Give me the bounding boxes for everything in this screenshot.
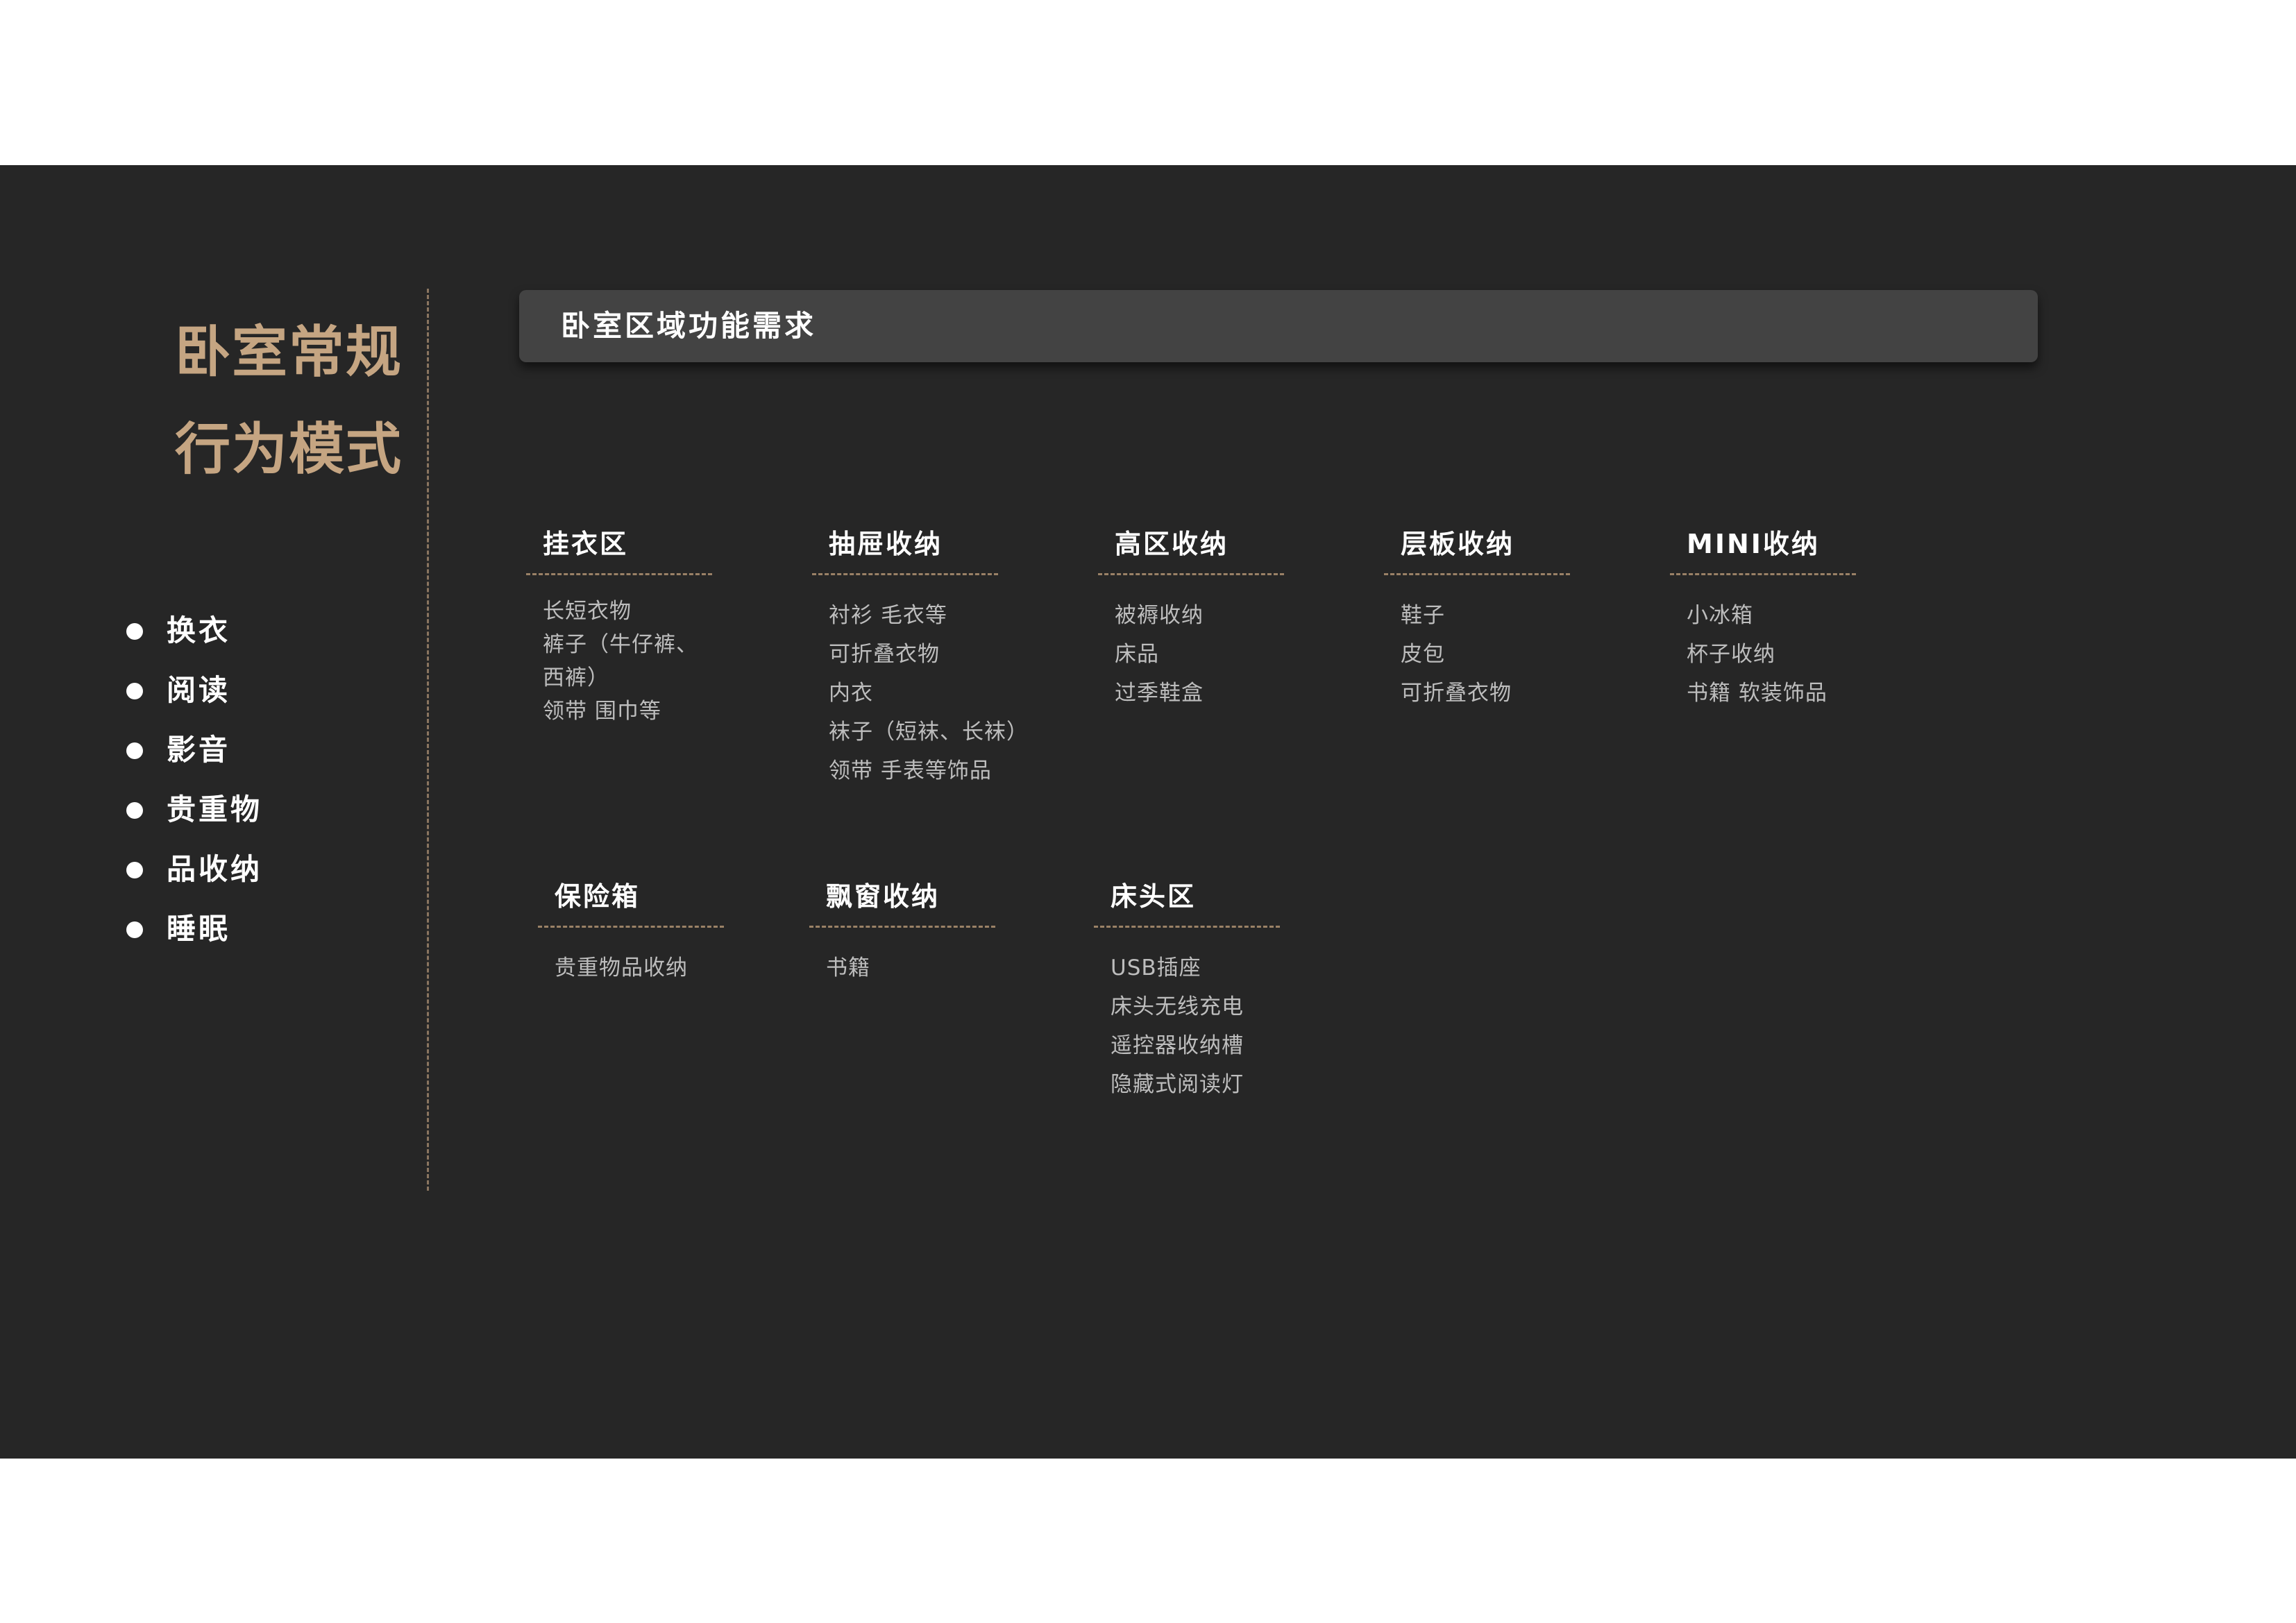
section-header-title: 卧室区域功能需求 [561,309,817,343]
category-underline [1094,926,1280,928]
behavior-item: 换衣 [125,601,262,661]
list-item: 裤子（牛仔裤、 [543,632,698,657]
category-bedside-area: 床头区 USB插座 床头无线充电 遥控器收纳槽 隐藏式阅读灯 [1094,872,1302,1104]
list-item: 床品 [1115,642,1159,667]
behavior-label: 贵重物 [167,792,263,826]
list-item: 袜子（短袜、长袜） [829,720,1029,745]
list-item: 过季鞋盒 [1115,681,1204,706]
list-item: 鞋子 [1401,603,1445,628]
list-item: 隐藏式阅读灯 [1111,1072,1244,1097]
category-items: 被褥收纳 床品 过季鞋盒 [1098,596,1306,713]
list-item: 领带 围巾等 [543,699,661,724]
category-title: 床头区 [1111,881,1197,912]
list-item: 可折叠衣物 [1401,681,1512,706]
bullet-dot-icon [126,623,143,640]
category-items: 衬衫 毛衣等 可折叠衣物 内衣 袜子（短袜、长袜） 领带 手表等饰品 [812,596,1029,790]
category-items: 书籍 [809,949,1018,987]
category-underline [812,573,998,575]
category-title: 保险箱 [555,881,641,912]
list-item: 小冰箱 [1687,603,1753,628]
category-mini-storage: MINI收纳 小冰箱 杯子收纳 书籍 软装饰品 [1670,519,1878,713]
section-header-bar: 卧室区域功能需求 [519,290,2038,362]
behavior-item: 品收纳 [125,840,262,899]
category-underline [1670,573,1856,575]
list-item: 西裤） [543,665,609,690]
category-items: 小冰箱 杯子收纳 书籍 软装饰品 [1670,596,1878,713]
list-item: 书籍 软装饰品 [1687,681,1827,706]
bullet-dot-icon [126,683,143,699]
behavior-item: 睡眠 [125,899,262,959]
list-item: 贵重物品收纳 [555,955,688,980]
category-underline [1384,573,1570,575]
list-item: 遥控器收纳槽 [1111,1033,1244,1058]
bullet-dot-icon [126,742,143,759]
behavior-item: 阅读 [125,661,262,720]
category-title: MINI收纳 [1687,529,1820,559]
page-title: 卧室常规 行为模式 [111,304,403,498]
page-title-line-2: 行为模式 [175,417,403,482]
behavior-label: 影音 [167,733,231,767]
list-item: 衬衫 毛衣等 [829,603,947,628]
category-items: 长短衣物 裤子（牛仔裤、 西裤） 领带 围巾等 [526,595,734,728]
slide-background: 卧室常规 行为模式 换衣 阅读 影音 贵重物 品收纳 睡眠 卧室区域功能需求 挂… [0,165,2296,1459]
list-item: 可折叠衣物 [829,642,940,667]
list-item: 书籍 [826,955,870,980]
page-title-line-1: 卧室常规 [175,320,403,384]
category-underline [538,926,724,928]
category-safe: 保险箱 贵重物品收纳 [538,872,746,987]
behavior-item: 贵重物 [125,780,262,840]
behavior-label: 品收纳 [167,852,263,886]
behavior-item: 影音 [125,720,262,780]
behavior-label: 睡眠 [167,912,231,946]
vertical-divider [427,289,429,1191]
list-item: 床头无线充电 [1111,994,1244,1019]
category-shelf-storage: 层板收纳 鞋子 皮包 可折叠衣物 [1384,519,1592,713]
list-item: 内衣 [829,681,873,706]
list-item: 被褥收纳 [1115,603,1204,628]
bullet-dot-icon [126,802,143,819]
category-title: 挂衣区 [543,529,629,559]
list-item: 长短衣物 [543,599,632,624]
category-high-storage: 高区收纳 被褥收纳 床品 过季鞋盒 [1098,519,1306,713]
list-item: USB插座 [1111,955,1201,980]
category-title: 层板收纳 [1401,529,1515,559]
category-items: 贵重物品收纳 [538,949,746,987]
category-title: 飘窗收纳 [826,881,940,912]
category-title: 高区收纳 [1115,529,1229,559]
category-items: USB插座 床头无线充电 遥控器收纳槽 隐藏式阅读灯 [1094,949,1302,1104]
category-underline [1098,573,1284,575]
behavior-label: 换衣 [167,613,231,647]
category-underline [526,573,712,575]
bullet-dot-icon [126,921,143,938]
list-item: 皮包 [1401,642,1445,667]
category-bay-window-storage: 飘窗收纳 书籍 [809,872,1018,987]
behavior-list: 换衣 阅读 影音 贵重物 品收纳 睡眠 [125,601,262,959]
list-item: 领带 手表等饰品 [829,758,992,783]
list-item: 杯子收纳 [1687,642,1775,667]
category-drawer-storage: 抽屉收纳 衬衫 毛衣等 可折叠衣物 内衣 袜子（短袜、长袜） 领带 手表等饰品 [812,519,1029,790]
category-underline [809,926,995,928]
category-title: 抽屉收纳 [829,529,943,559]
bullet-dot-icon [126,862,143,878]
behavior-label: 阅读 [167,673,231,707]
category-hanging-area: 挂衣区 长短衣物 裤子（牛仔裤、 西裤） 领带 围巾等 [526,519,734,728]
category-items: 鞋子 皮包 可折叠衣物 [1384,596,1592,713]
